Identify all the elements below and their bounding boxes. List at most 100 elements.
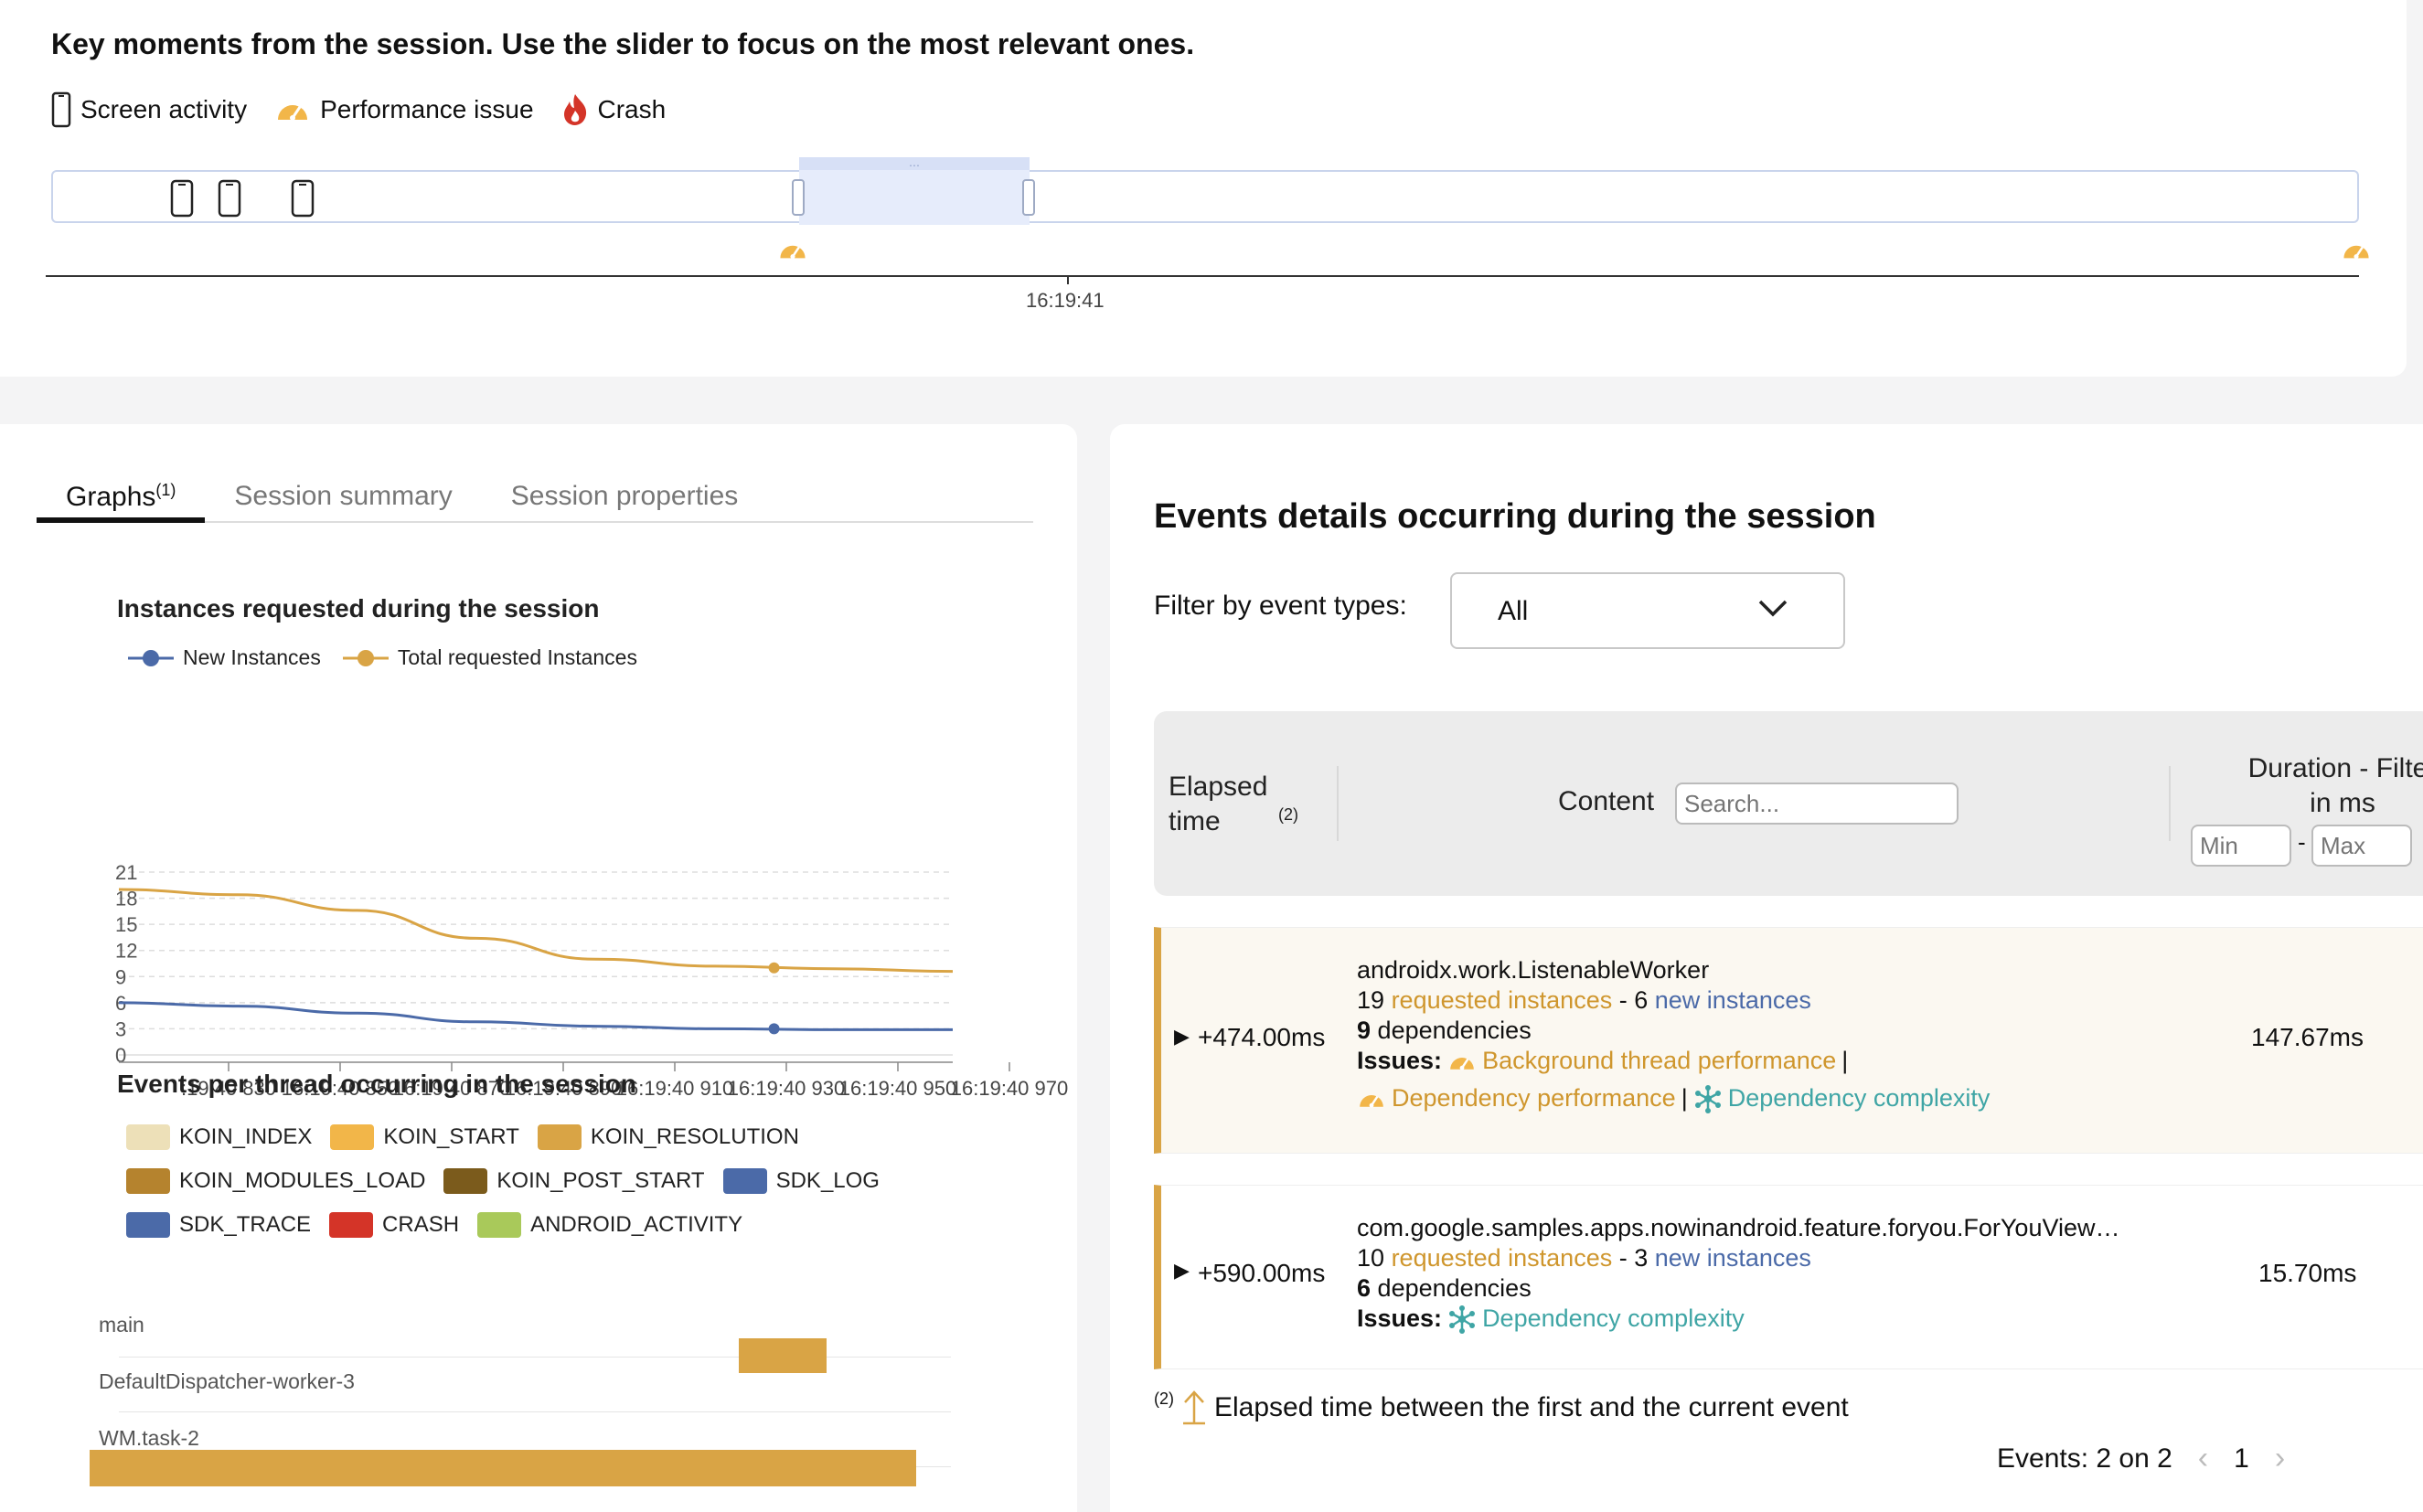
expand-caret-icon[interactable]: ▶ (1174, 1025, 1190, 1049)
event-type-select[interactable]: All (1450, 572, 1845, 649)
legend-new-instances[interactable]: New Instances (128, 645, 321, 670)
column-divider (2169, 766, 2171, 841)
legend-sdk-log[interactable]: SDK_LOG (722, 1168, 880, 1194)
legend-marker-icon (128, 649, 174, 666)
pagination: Events: 2 on 2 ‹ 1 › (1997, 1441, 2285, 1476)
y-tick-label: 3 (115, 1017, 126, 1040)
speedometer-icon[interactable] (777, 236, 808, 263)
legend-label: New Instances (183, 645, 321, 669)
issue-dependency-complexity[interactable]: Dependency complexity (1482, 1304, 1745, 1334)
event-row[interactable]: ▶ +474.00ms androidx.work.ListenableWork… (1154, 927, 2423, 1154)
thread-label-main: main (99, 1313, 144, 1336)
speedometer-icon (1450, 1057, 1474, 1070)
speedometer-icon[interactable] (2341, 236, 2372, 263)
tab-session-properties[interactable]: Session properties (482, 470, 767, 523)
requested-instances-link[interactable]: requested instances (1392, 986, 1613, 1014)
requested-count: 10 (1357, 1244, 1385, 1272)
speedometer-icon (278, 105, 308, 121)
chevron-right-icon[interactable]: › (2275, 1441, 2285, 1476)
phone-icon[interactable] (218, 179, 241, 218)
legend-label: KOIN_INDEX (179, 1124, 313, 1149)
expand-caret-icon[interactable]: ▶ (1174, 1259, 1190, 1283)
tab-footnote-ref: (1) (155, 481, 176, 499)
new-count: 3 (1634, 1244, 1649, 1272)
instances-chart-title: Instances requested during the session (117, 594, 600, 623)
content-search-input[interactable] (1675, 783, 1959, 825)
thread-separator (119, 1411, 951, 1412)
key-moments-heading: Key moments from the session. Use the sl… (51, 27, 1195, 60)
legend-label: KOIN_START (383, 1124, 519, 1149)
legend-swatch (330, 1124, 375, 1150)
thread-event-bar[interactable] (90, 1450, 916, 1486)
issues-label: Issues: (1357, 1304, 1443, 1332)
timeline-axis-tick (1067, 275, 1069, 284)
legend-label: Performance issue (320, 95, 534, 123)
legend-koin-modules-load[interactable]: KOIN_MODULES_LOAD (126, 1168, 425, 1194)
duration-min-input[interactable] (2191, 825, 2291, 867)
tab-label: Session summary (234, 481, 453, 511)
timeline-slider-track[interactable] (51, 170, 2359, 223)
flame-icon (563, 94, 586, 125)
events-panel: Events details occurring during the sess… (1110, 424, 2423, 1512)
requested-instances-link[interactable]: requested instances (1392, 1244, 1613, 1272)
legend-screen-activity: Screen activity (51, 91, 247, 128)
legend-label: KOIN_POST_START (496, 1168, 705, 1193)
issue-dependency-complexity[interactable]: Dependency complexity (1728, 1083, 1991, 1113)
current-page[interactable]: 1 (2234, 1443, 2249, 1475)
new-instances-link[interactable]: new instances (1655, 986, 1811, 1014)
elapsed-footnote: (2) Elapsed time between the first and t… (1154, 1390, 1849, 1426)
issue-background-thread-performance[interactable]: Background thread performance (1482, 1046, 1836, 1076)
slider-grip-icon[interactable]: ⋯ (909, 159, 921, 172)
y-tick-label: 21 (115, 861, 137, 884)
timeline-slider-window[interactable]: ⋯ (799, 157, 1030, 225)
phone-icon[interactable] (291, 179, 315, 218)
legend-performance-issue: Performance issue (274, 94, 534, 125)
legend-swatch (126, 1124, 170, 1150)
tab-graphs[interactable]: Graphs(1) (37, 470, 206, 523)
legend-koin-post-start[interactable]: KOIN_POST_START (443, 1168, 705, 1194)
legend-sdk-trace[interactable]: SDK_TRACE (126, 1212, 311, 1238)
chevron-down-icon (1758, 600, 1788, 617)
issue-dependency-performance[interactable]: Dependency performance (1392, 1083, 1676, 1113)
footnote-text: Elapsed time between the first and the c… (1214, 1392, 1849, 1422)
column-elapsed-time[interactable]: Elapsed time (2) (1169, 770, 1298, 839)
legend-crash[interactable]: CRASH (329, 1212, 459, 1238)
phone-icon[interactable] (170, 179, 194, 218)
legend-koin-resolution[interactable]: KOIN_RESOLUTION (537, 1124, 799, 1150)
legend-label: SDK_LOG (775, 1168, 880, 1193)
y-tick-label: 12 (115, 940, 137, 963)
event-class-name: androidx.work.ListenableWorker (1357, 956, 1710, 984)
chevron-left-icon[interactable]: ‹ (2198, 1441, 2208, 1476)
event-type-filter-label: Filter by event types: (1154, 591, 1407, 621)
thread-event-bar[interactable] (739, 1338, 827, 1373)
legend-android-activity[interactable]: ANDROID_ACTIVITY (477, 1212, 742, 1238)
event-elapsed: +590.00ms (1198, 1259, 1326, 1287)
tab-label: Graphs (66, 482, 156, 512)
separator: - (1612, 986, 1635, 1014)
slider-left-handle[interactable] (792, 179, 805, 216)
tab-session-summary[interactable]: Session summary (205, 470, 481, 523)
legend-koin-index[interactable]: KOIN_INDEX (126, 1124, 312, 1150)
column-footnote-ref: (2) (1278, 805, 1298, 824)
legend-marker-icon (342, 649, 389, 666)
new-instances-link[interactable]: new instances (1655, 1244, 1811, 1272)
legend-swatch (126, 1168, 170, 1194)
legend-total-instances[interactable]: Total requested Instances (342, 645, 637, 670)
series-line-total-requested-instances (118, 888, 954, 974)
event-duration: 147.67ms (2251, 1023, 2364, 1051)
duration-max-input[interactable] (2311, 825, 2412, 867)
slider-right-handle[interactable] (1022, 179, 1035, 216)
column-label: in ms (2310, 788, 2375, 818)
x-tick-label: 16:19:40 930 (728, 1077, 845, 1100)
issue-separator: | (1841, 1047, 1849, 1074)
legend-swatch (477, 1212, 522, 1238)
legend-swatch (722, 1168, 767, 1194)
graphs-panel: Graphs(1) Session summary Session proper… (0, 424, 1077, 1512)
legend-koin-start[interactable]: KOIN_START (330, 1124, 519, 1150)
event-row[interactable]: ▶ +590.00ms com.google.samples.apps.nowi… (1154, 1185, 2423, 1369)
events-panel-title: Events details occurring during the sess… (1154, 497, 1876, 536)
timeline-axis-label: 16:19:41 (1026, 289, 1105, 312)
legend-label: KOIN_RESOLUTION (590, 1124, 799, 1149)
legend-label: Crash (597, 95, 667, 123)
legend-swatch (537, 1124, 582, 1150)
